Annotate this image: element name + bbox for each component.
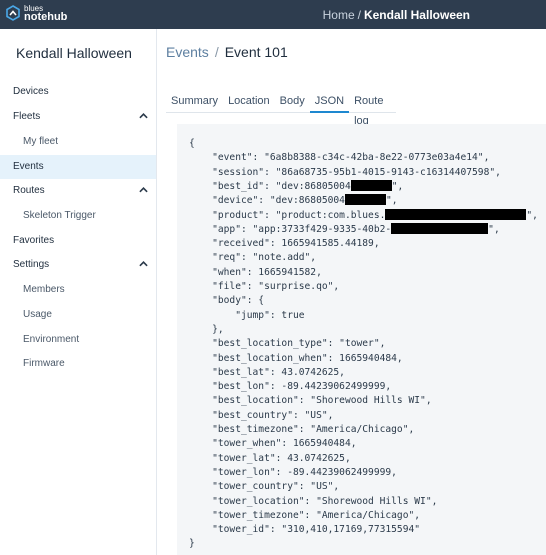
json-line: "tower_location": "Shorewood Hills WI", xyxy=(189,495,438,507)
sidebar-item-label: Settings xyxy=(13,259,50,270)
top-breadcrumb: Home / Kendall Halloween xyxy=(323,8,470,22)
redacted-value xyxy=(391,222,489,234)
sidebar-item-members[interactable]: Members xyxy=(0,278,156,302)
json-line: "best_location_when": 1665940484, xyxy=(189,352,403,364)
notehub-logo-icon xyxy=(6,5,20,21)
json-line: } xyxy=(189,538,195,550)
sidebar-item-label: Routes xyxy=(13,185,45,196)
json-line: "jump": true xyxy=(189,309,305,321)
breadcrumb-separator: / xyxy=(357,8,361,22)
json-line: "best_country": "US", xyxy=(189,409,334,421)
json-line: "tower_timezone": "America/Chicago", xyxy=(189,509,421,521)
page-breadcrumb-separator: / xyxy=(214,44,219,60)
redacted-value xyxy=(385,208,527,220)
page-title: Event 101 xyxy=(224,44,288,60)
json-line: "best_id": "dev:86805004 ", xyxy=(189,179,404,192)
breadcrumb-events-link[interactable]: Events xyxy=(166,44,209,60)
sidebar-item-events[interactable]: Events xyxy=(0,155,156,179)
json-line: "best_location_type": "tower", xyxy=(189,338,386,350)
json-line: "req": "note.add", xyxy=(189,252,317,264)
blues-notehub-logo[interactable]: blues notehub xyxy=(5,4,68,23)
json-line: "best_lat": 43.0742625, xyxy=(189,366,345,378)
tab-json[interactable]: JSON xyxy=(309,91,350,113)
sidebar-item-my-fleet[interactable]: My fleet xyxy=(0,130,156,154)
page-breadcrumb: Events / Event 101 xyxy=(166,44,288,60)
json-line: "tower_lat": 43.0742625, xyxy=(189,452,351,464)
sidebar-item-label: Members xyxy=(23,284,65,295)
sidebar-item-label: Fleets xyxy=(13,111,41,122)
sidebar-item-label: Firmware xyxy=(23,358,65,369)
breadcrumb-current: Kendall Halloween xyxy=(363,8,470,22)
event-tabs: Summary Location Body JSON Route log xyxy=(166,91,396,127)
brand-line2: notehub xyxy=(24,11,68,23)
tab-body[interactable]: Body xyxy=(275,91,310,113)
json-line: "body": { xyxy=(189,295,265,307)
sidebar-item-devices[interactable]: Devices xyxy=(0,80,156,104)
sidebar-item-label: Events xyxy=(13,161,44,172)
redacted-value xyxy=(350,179,392,191)
json-line: "best_lon": -89.44239062499999, xyxy=(189,381,392,393)
chevron-up-icon[interactable] xyxy=(139,261,148,267)
sidebar-item-label: Devices xyxy=(13,86,49,97)
sidebar-item-label: Favorites xyxy=(13,235,55,246)
json-line: "when": 1665941582, xyxy=(189,266,322,278)
json-line: "device": "dev:86805004 ", xyxy=(189,194,398,207)
tab-route-log[interactable]: Route log xyxy=(349,91,396,127)
sidebar-item-label: Environment xyxy=(23,334,80,345)
json-line: "best_timezone": "America/Chicago", xyxy=(189,424,415,435)
redacted-value xyxy=(344,194,386,206)
sidebar-item-environment[interactable]: Environment xyxy=(0,328,156,352)
main-content: Events / Event 101 Summary Location Body JSON… xyxy=(157,29,546,555)
json-line: "tower_lon": -89.44239062499999, xyxy=(189,466,397,478)
json-line: "received": 1665941585.44189, xyxy=(189,238,380,250)
chevron-up-icon[interactable] xyxy=(139,187,148,193)
sidebar-item-routes[interactable]: Routes xyxy=(0,179,156,203)
sidebar-item-label: Usage xyxy=(23,309,52,320)
sidebar-item-skeleton-trigger[interactable]: Skeleton Trigger xyxy=(0,204,156,228)
chevron-up-icon[interactable] xyxy=(139,113,148,119)
sidebar: Kendall Halloween Devices Fleets My fleet E… xyxy=(0,29,157,555)
sidebar-item-label: Skeleton Trigger xyxy=(23,210,96,221)
json-viewer: { "event": "6a8b8388-c34c-42ba-8e22-0773… xyxy=(177,124,546,555)
sidebar-item-favorites[interactable]: Favorites xyxy=(0,229,156,253)
breadcrumb-home-link[interactable]: Home xyxy=(323,8,355,22)
top-bar: blues notehub Home / Kendall Halloween xyxy=(0,0,546,29)
sidebar-item-label: My fleet xyxy=(23,136,59,147)
json-line: "app": "app:3733f429-9335-40b2- ", xyxy=(189,222,500,235)
tab-location[interactable]: Location xyxy=(223,91,275,113)
json-line: "tower_when": 1665940484, xyxy=(189,438,357,450)
sidebar-item-usage[interactable]: Usage xyxy=(0,303,156,327)
json-line: "product": "product:com.blues. ", xyxy=(189,208,538,221)
json-line: "session": "86a68735-95b1-4015-9143-c163… xyxy=(189,166,501,178)
sidebar-item-fleets[interactable]: Fleets xyxy=(0,105,156,129)
json-line: "file": "surprise.qo", xyxy=(189,281,340,292)
project-name: Kendall Halloween xyxy=(16,45,132,61)
json-line: "tower_id": "310,410,17169,77315594" xyxy=(189,524,421,536)
json-line: }, xyxy=(189,323,224,335)
json-line: "tower_country": "US", xyxy=(189,481,340,493)
sidebar-item-settings[interactable]: Settings xyxy=(0,253,156,277)
json-line: { xyxy=(189,138,195,149)
json-line: "best_location": "Shorewood Hills WI", xyxy=(189,395,432,407)
json-line: "event": "6a8b8388-c34c-42ba-8e22-0773e0… xyxy=(189,152,490,164)
sidebar-item-firmware[interactable]: Firmware xyxy=(0,352,156,376)
tab-summary[interactable]: Summary xyxy=(166,91,223,113)
